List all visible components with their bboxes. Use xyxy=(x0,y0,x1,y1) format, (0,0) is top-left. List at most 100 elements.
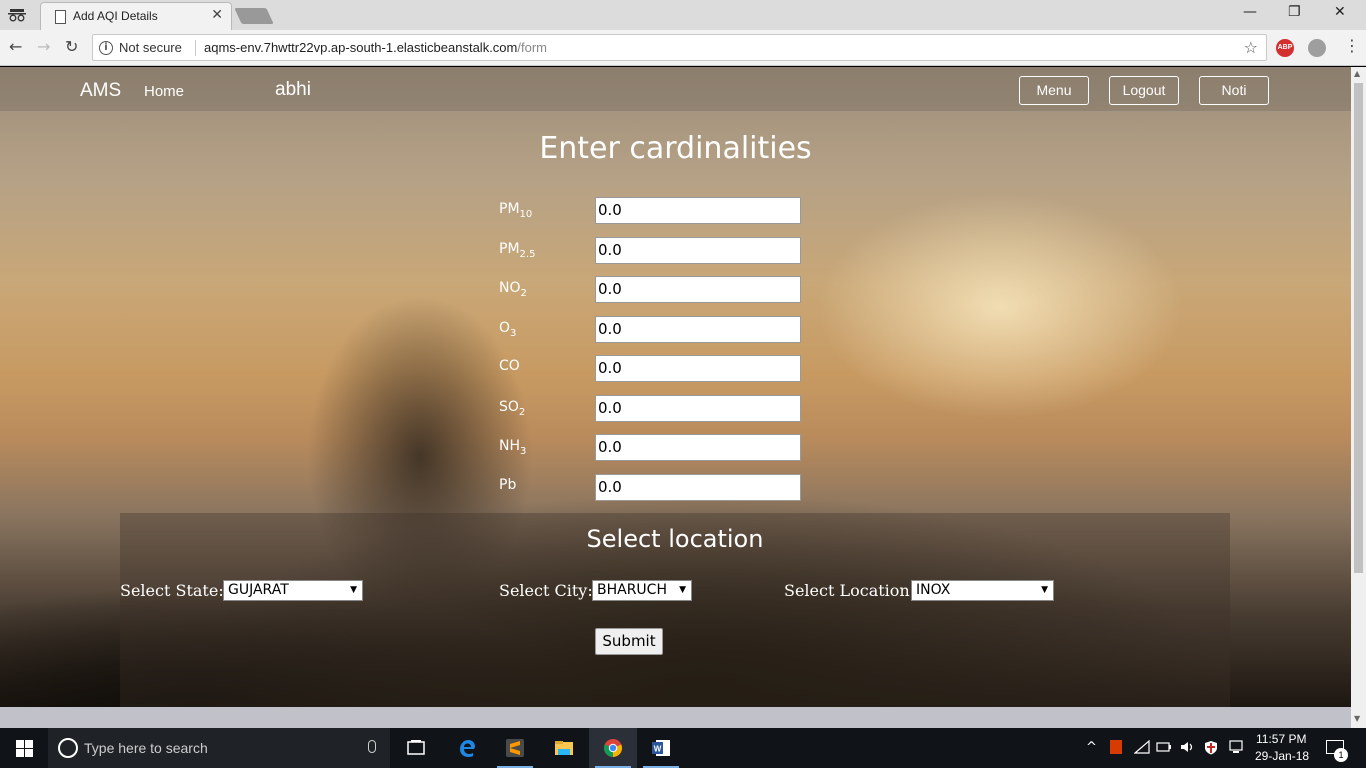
o3-label: O3 xyxy=(499,320,516,339)
url-text[interactable]: aqms-env.7hwttr22vp.ap-south-1.elasticbe… xyxy=(204,40,547,55)
tray-overflow-icon[interactable]: ^ xyxy=(1086,740,1097,755)
back-button[interactable]: ← xyxy=(9,37,22,56)
site-navbar: AMS Home abhi Menu Logout Noti xyxy=(0,67,1351,112)
submit-button[interactable]: Submit xyxy=(595,628,663,655)
nh3-label: NH3 xyxy=(499,438,526,457)
sublime-text-app[interactable] xyxy=(491,728,539,768)
co-label-base: CO xyxy=(499,358,520,374)
pm25-label-base: PM xyxy=(499,241,520,257)
security-indicator[interactable]: Not secure xyxy=(119,40,182,55)
task-view-button[interactable] xyxy=(392,728,440,768)
vertical-scrollbar[interactable]: ▲ ▼ xyxy=(1351,67,1366,728)
task-view-icon xyxy=(407,740,425,755)
pm10-label-sub: 10 xyxy=(519,208,533,220)
search-placeholder: Type here to search xyxy=(84,740,208,756)
volume-icon[interactable] xyxy=(1180,740,1196,754)
logout-button[interactable]: Logout xyxy=(1109,76,1179,105)
form-title: Enter cardinalities xyxy=(539,131,812,166)
browser-toolbar: ← → ↻ i Not secure aqms-env.7hwttr22vp.a… xyxy=(0,30,1366,66)
scroll-down-icon[interactable]: ▼ xyxy=(1354,714,1360,723)
location-select[interactable]: INOX ▼ xyxy=(911,580,1054,601)
url-host: aqms-env.7hwttr22vp.ap-south-1.elasticbe… xyxy=(204,40,518,55)
o3-input[interactable]: 0.0 xyxy=(595,316,801,343)
windows-start-icon[interactable] xyxy=(16,740,33,757)
windows-taskbar: Type here to search W ^ 11:57 PM 29-Jan-… xyxy=(0,728,1366,768)
no2-label: NO2 xyxy=(499,280,527,299)
co-label: CO xyxy=(499,358,520,374)
state-select-value: GUJARAT xyxy=(228,582,289,598)
pm25-input[interactable]: 0.0 xyxy=(595,237,801,264)
co-input[interactable]: 0.0 xyxy=(595,355,801,382)
nh3-label-base: NH xyxy=(499,438,520,454)
chevron-down-icon: ▼ xyxy=(679,585,686,595)
chevron-down-icon: ▼ xyxy=(350,585,357,595)
network-icon[interactable] xyxy=(1228,740,1244,754)
window-minimize-button[interactable]: — xyxy=(1243,4,1257,20)
svg-text:W: W xyxy=(654,745,662,754)
location-title: Select location xyxy=(586,525,764,553)
nh3-label-sub: 3 xyxy=(520,445,527,457)
info-icon[interactable]: i xyxy=(99,41,113,55)
scrollbar-thumb[interactable] xyxy=(1354,83,1363,573)
so2-label-base: SO xyxy=(499,399,519,415)
incognito-icon xyxy=(8,9,26,22)
notifications-button[interactable]: Noti xyxy=(1199,76,1269,105)
taskbar-search-box[interactable]: Type here to search xyxy=(48,728,390,768)
username-label: abhi xyxy=(275,79,311,100)
word-app[interactable]: W xyxy=(637,728,685,768)
pm25-label-sub: 2.5 xyxy=(519,248,536,260)
shield-icon[interactable] xyxy=(1204,740,1218,755)
edge-icon xyxy=(460,740,475,757)
horizontal-scrollbar[interactable] xyxy=(0,707,1351,728)
pb-input[interactable]: 0.0 xyxy=(595,474,801,501)
page-icon xyxy=(55,10,66,24)
omnibox-divider xyxy=(195,40,196,56)
pm10-label: PM10 xyxy=(499,201,532,220)
menu-button[interactable]: Menu xyxy=(1019,76,1089,105)
browser-tab-active[interactable]: Add AQI Details ✕ xyxy=(40,2,232,30)
new-tab-button[interactable] xyxy=(234,8,274,24)
page-viewport: AMS Home abhi Menu Logout Noti Enter car… xyxy=(0,67,1351,707)
location-label: Select Location: xyxy=(784,581,916,600)
brand-link[interactable]: AMS xyxy=(80,80,121,102)
so2-label: SO2 xyxy=(499,399,525,418)
reload-button[interactable]: ↻ xyxy=(65,37,78,56)
pm10-input[interactable]: 0.0 xyxy=(595,197,801,224)
nh3-input[interactable]: 0.0 xyxy=(595,434,801,461)
state-select[interactable]: GUJARAT ▼ xyxy=(223,580,363,601)
o3-label-base: O xyxy=(499,320,511,336)
battery-icon[interactable] xyxy=(1156,740,1172,754)
microphone-icon[interactable] xyxy=(368,740,376,753)
so2-label-sub: 2 xyxy=(518,406,526,418)
city-select-value: BHARUCH xyxy=(597,582,667,598)
city-select[interactable]: BHARUCH ▼ xyxy=(592,580,692,601)
state-label: Select State: xyxy=(120,581,224,600)
so2-input[interactable]: 0.0 xyxy=(595,395,801,422)
clock-date[interactable]: 29-Jan-18 xyxy=(1255,749,1309,763)
window-close-button[interactable]: ✕ xyxy=(1334,4,1346,20)
no2-input[interactable]: 0.0 xyxy=(595,276,801,303)
wifi-icon[interactable] xyxy=(1134,740,1150,754)
pb-label: Pb xyxy=(499,477,516,493)
notification-count-badge: 1 xyxy=(1334,748,1348,762)
extension-icon[interactable] xyxy=(1308,39,1326,57)
edge-app[interactable] xyxy=(443,728,491,768)
tab-close-icon[interactable]: ✕ xyxy=(211,7,223,23)
file-explorer-app[interactable] xyxy=(540,728,588,768)
sublime-text-icon xyxy=(506,739,524,757)
window-restore-button[interactable]: ❐ xyxy=(1288,4,1301,20)
browser-tab-strip: Add AQI Details ✕ — ❐ ✕ xyxy=(0,0,1366,30)
cortana-icon xyxy=(58,738,78,758)
url-path: /form xyxy=(517,40,547,55)
chrome-app[interactable] xyxy=(589,728,637,768)
scroll-up-icon[interactable]: ▲ xyxy=(1354,69,1360,78)
browser-menu-icon[interactable]: ⋮ xyxy=(1344,36,1360,55)
no2-label-base: NO xyxy=(499,280,521,296)
address-bar[interactable]: i Not secure aqms-env.7hwttr22vp.ap-sout… xyxy=(92,34,1267,61)
adblock-plus-icon[interactable]: ABP xyxy=(1276,39,1294,57)
bookmark-star-icon[interactable]: ☆ xyxy=(1244,38,1258,57)
office-icon[interactable] xyxy=(1110,740,1122,754)
clock-time[interactable]: 11:57 PM xyxy=(1256,732,1306,746)
nav-home-link[interactable]: Home xyxy=(144,83,184,100)
forward-button[interactable]: → xyxy=(37,37,50,56)
